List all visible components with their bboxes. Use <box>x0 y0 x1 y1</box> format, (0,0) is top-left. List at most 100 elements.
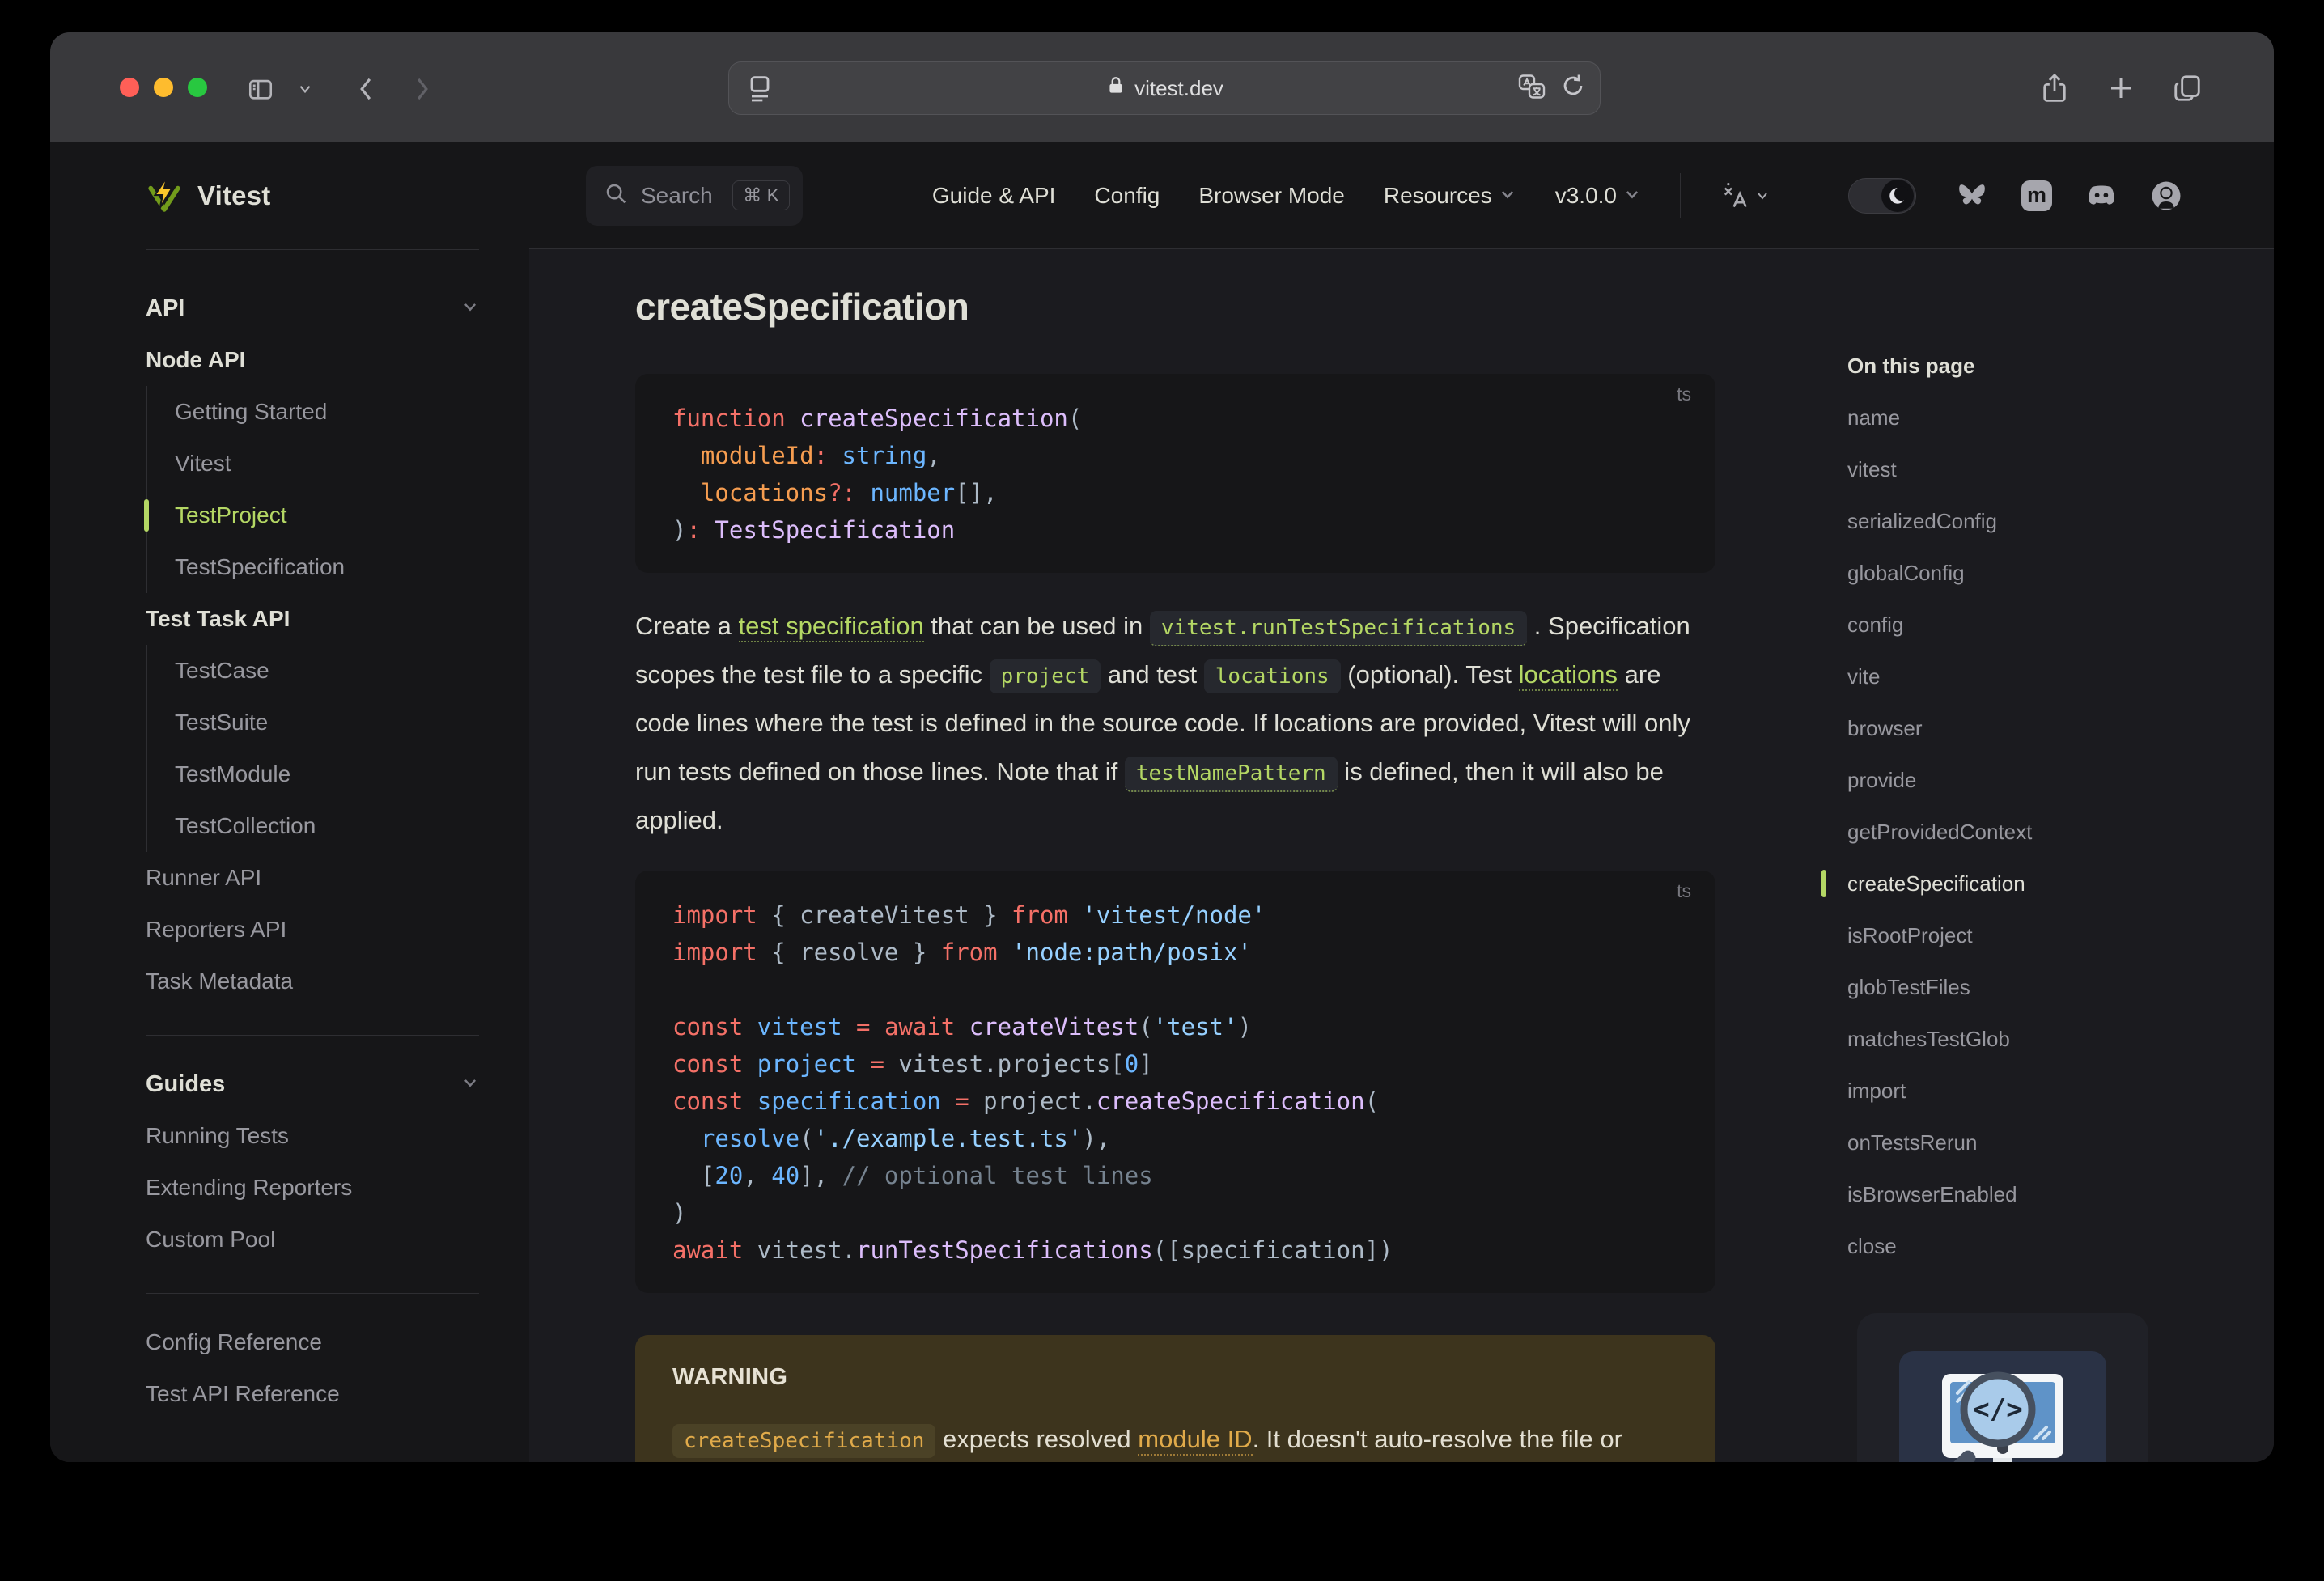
code-block-example: ts import { createVitest } from 'vitest/… <box>635 871 1715 1293</box>
outline-item-close[interactable]: close <box>1847 1220 2252 1272</box>
chevron-down-icon <box>1758 192 1767 200</box>
code-token: 0 <box>1124 1050 1139 1078</box>
nav-item-config[interactable]: Config <box>1094 183 1160 209</box>
sidebar-item-testcollection[interactable]: TestCollection <box>175 800 479 852</box>
translate-icon[interactable] <box>1517 72 1546 105</box>
sidebar-section-api[interactable]: API <box>146 282 479 334</box>
sidebar-item-extending-reporters[interactable]: Extending Reporters <box>146 1162 479 1214</box>
code-line: await vitest.runTestSpecifications([spec… <box>672 1231 1678 1269</box>
forward-button[interactable] <box>405 71 440 107</box>
code-token: createVitest <box>969 1013 1139 1041</box>
sidebar-item-runner-api[interactable]: Runner API <box>146 852 479 904</box>
sidebar-item-testmodule[interactable]: TestModule <box>175 748 479 800</box>
outline-item-globtestfiles[interactable]: globTestFiles <box>1847 961 2252 1013</box>
code-link-locations[interactable]: locations <box>1203 659 1341 693</box>
on-this-page-outline: On this page name vitest serializedConfig g… <box>1821 249 2252 1272</box>
sidebar-section-guides[interactable]: Guides <box>146 1058 479 1110</box>
outline-item-config[interactable]: config <box>1847 599 2252 651</box>
outline-item-import[interactable]: import <box>1847 1065 2252 1117</box>
search-button[interactable]: Search ⌘ K <box>586 165 803 226</box>
github-icon[interactable] <box>2149 179 2183 213</box>
doc-link-locations[interactable]: locations <box>1518 660 1618 691</box>
text-segment: and test <box>1101 660 1204 689</box>
outline-item-globalconfig[interactable]: globalConfig <box>1847 547 2252 599</box>
ad-illustration: </> <box>1899 1351 2106 1462</box>
outline-item-matchestestglob[interactable]: matchesTestGlob <box>1847 1013 2252 1065</box>
sidebar-item-testcase[interactable]: TestCase <box>175 645 479 697</box>
dark-mode-toggle[interactable] <box>1848 177 1916 214</box>
sidebar-item-testsuite[interactable]: TestSuite <box>175 697 479 748</box>
sidebar-toggle-icon[interactable] <box>243 71 278 107</box>
share-icon[interactable] <box>2036 70 2073 107</box>
sidebar-item-test-task-api[interactable]: Test Task API <box>146 593 479 645</box>
discord-icon[interactable] <box>2084 179 2118 213</box>
nav-item-resources[interactable]: Resources <box>1384 183 1516 209</box>
mastodon-icon[interactable]: m <box>2020 179 2054 213</box>
outline-item-isrootproject[interactable]: isRootProject <box>1847 909 2252 961</box>
outline-item-isbrowserenabled[interactable]: isBrowserEnabled <box>1847 1168 2252 1220</box>
doc-link-module-id[interactable]: module ID <box>1138 1425 1253 1456</box>
code-token: ) <box>672 1199 687 1227</box>
tab-overview-icon[interactable] <box>2169 70 2206 107</box>
outline-item-ontestsrerun[interactable]: onTestsRerun <box>1847 1117 2252 1168</box>
language-switcher[interactable] <box>1720 180 1770 211</box>
code-token: ( <box>1139 1013 1153 1041</box>
reload-icon[interactable] <box>1559 72 1587 105</box>
code-token: ([specification]) <box>1152 1236 1393 1264</box>
nav-item-v3-0-0[interactable]: v3.0.0 <box>1555 183 1641 209</box>
doc-link-test-specification[interactable]: test specification <box>738 612 924 642</box>
outline-item-browser[interactable]: browser <box>1847 702 2252 754</box>
sidebar-item-test-api-reference[interactable]: Test API Reference <box>146 1368 479 1420</box>
sidebar-item-custom-pool[interactable]: Custom Pool <box>146 1214 479 1265</box>
code-token: resolve <box>700 1125 800 1152</box>
sponsor-ad-card[interactable]: </> <box>1857 1313 2148 1462</box>
nav-item-guide-api[interactable]: Guide & API <box>932 183 1056 209</box>
bluesky-icon[interactable] <box>1955 179 1989 213</box>
code-line: ) <box>672 1194 1678 1231</box>
text-segment: that can be used in <box>923 612 1150 640</box>
sidebar-item-node-api[interactable]: Node API <box>146 334 479 386</box>
vitest-logo[interactable]: Vitest <box>50 142 529 249</box>
new-tab-icon[interactable] <box>2102 70 2140 107</box>
outline-item-createspecification[interactable]: createSpecification <box>1821 858 2252 909</box>
code-link-vitest-runtestspecifications[interactable]: vitest.runTestSpecifications <box>1149 611 1528 646</box>
outline-item-serializedconfig[interactable]: serializedConfig <box>1847 495 2252 547</box>
nav-item-browser-mode[interactable]: Browser Mode <box>1198 183 1345 209</box>
outline-item-provide[interactable]: provide <box>1847 754 2252 806</box>
desktop-background: vitest.dev Vitest API Node API Getting S… <box>0 0 2324 1581</box>
sidebar-item-config-reference[interactable]: Config Reference <box>146 1316 479 1368</box>
address-bar[interactable]: vitest.dev <box>728 61 1601 115</box>
sidebar-item-task-metadata[interactable]: Task Metadata <box>146 956 479 1007</box>
code-token: { createVitest } <box>757 901 1012 929</box>
code-link-testnamepattern[interactable]: testNamePattern <box>1124 757 1338 792</box>
sidebar-section-label: Guides <box>146 1070 226 1097</box>
code-token: 'node:path/posix' <box>1011 939 1252 966</box>
back-button[interactable] <box>348 71 384 107</box>
outline-item-getprovidedcontext[interactable]: getProvidedContext <box>1847 806 2252 858</box>
sidebar-item-running-tests[interactable]: Running Tests <box>146 1110 479 1162</box>
sidebar-item-reporters-api[interactable]: Reporters API <box>146 904 479 956</box>
sidebar-item-vitest[interactable]: Vitest <box>175 438 479 490</box>
outline-item-vite[interactable]: vite <box>1847 651 2252 702</box>
reader-mode-icon[interactable] <box>744 72 776 108</box>
zoom-window-button[interactable] <box>188 78 207 97</box>
close-window-button[interactable] <box>120 78 139 97</box>
code-lines: import { createVitest } from 'vitest/nod… <box>672 896 1678 1269</box>
sidebar-group: TestCase TestSuite TestModule TestCollectio… <box>146 645 479 852</box>
minimize-window-button[interactable] <box>154 78 173 97</box>
code-token: = <box>856 1013 871 1041</box>
code-link-project[interactable]: project <box>989 659 1101 693</box>
menu-divider <box>1680 172 1681 218</box>
code-token: specification <box>757 1087 941 1115</box>
search-shortcut: ⌘ K <box>732 180 790 210</box>
outline-item-vitest[interactable]: vitest <box>1847 443 2252 495</box>
sidebar-chevron-down-icon[interactable] <box>293 71 317 107</box>
sidebar-item-testspecification[interactable]: TestSpecification <box>175 541 479 593</box>
outline-item-name[interactable]: name <box>1847 392 2252 443</box>
url-text[interactable]: vitest.dev <box>1134 76 1223 101</box>
code-token: 20 <box>715 1162 744 1189</box>
sidebar-item-getting-started[interactable]: Getting Started <box>175 386 479 438</box>
sidebar-item-testproject[interactable]: TestProject <box>144 490 479 541</box>
